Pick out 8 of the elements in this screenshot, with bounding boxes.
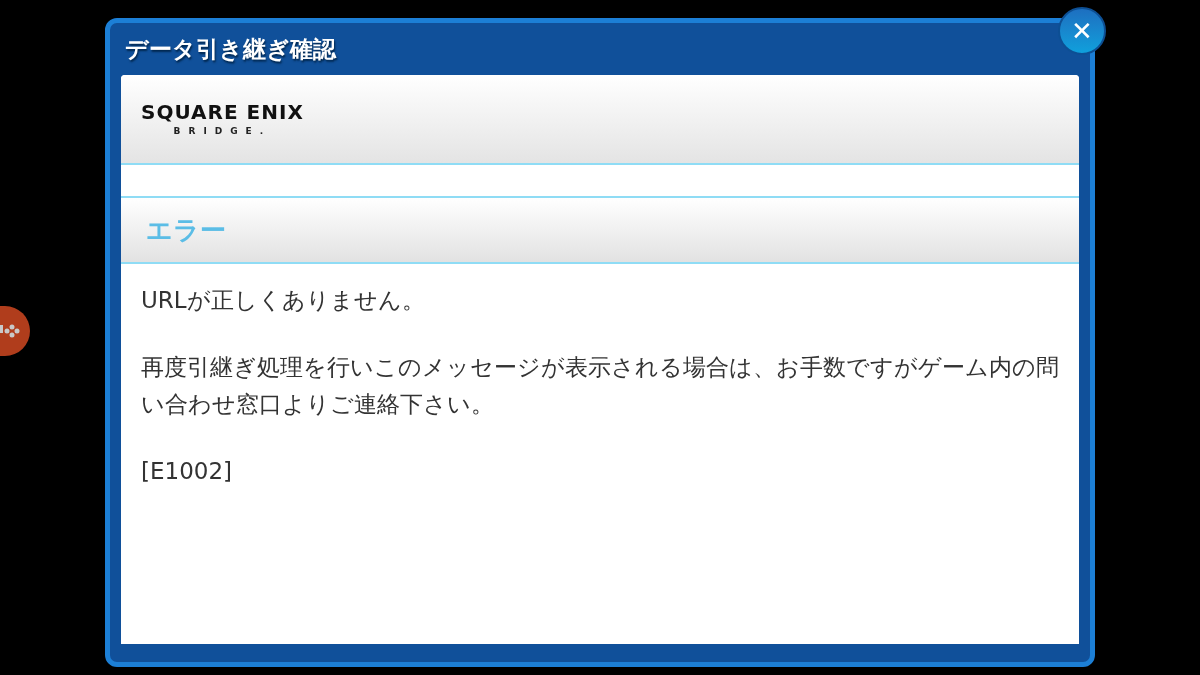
message-text: URLが正しくありません。 — [141, 286, 426, 315]
logo-name: SQUARE ENIX — [141, 102, 304, 122]
close-button[interactable]: ✕ — [1058, 7, 1106, 55]
dialog-title: データ引き継ぎ確認 — [125, 34, 336, 64]
message-text: [E1002] — [141, 457, 233, 486]
logo-subtitle: BRIDGE. — [173, 127, 272, 136]
message-text: 再度引継ぎ処理を行いこのメッセージが表示される場合は、お手数ですがゲーム内の問い合わせ窓口よりご連絡下さい。 — [141, 353, 1059, 419]
section-title: エラー — [146, 213, 226, 247]
